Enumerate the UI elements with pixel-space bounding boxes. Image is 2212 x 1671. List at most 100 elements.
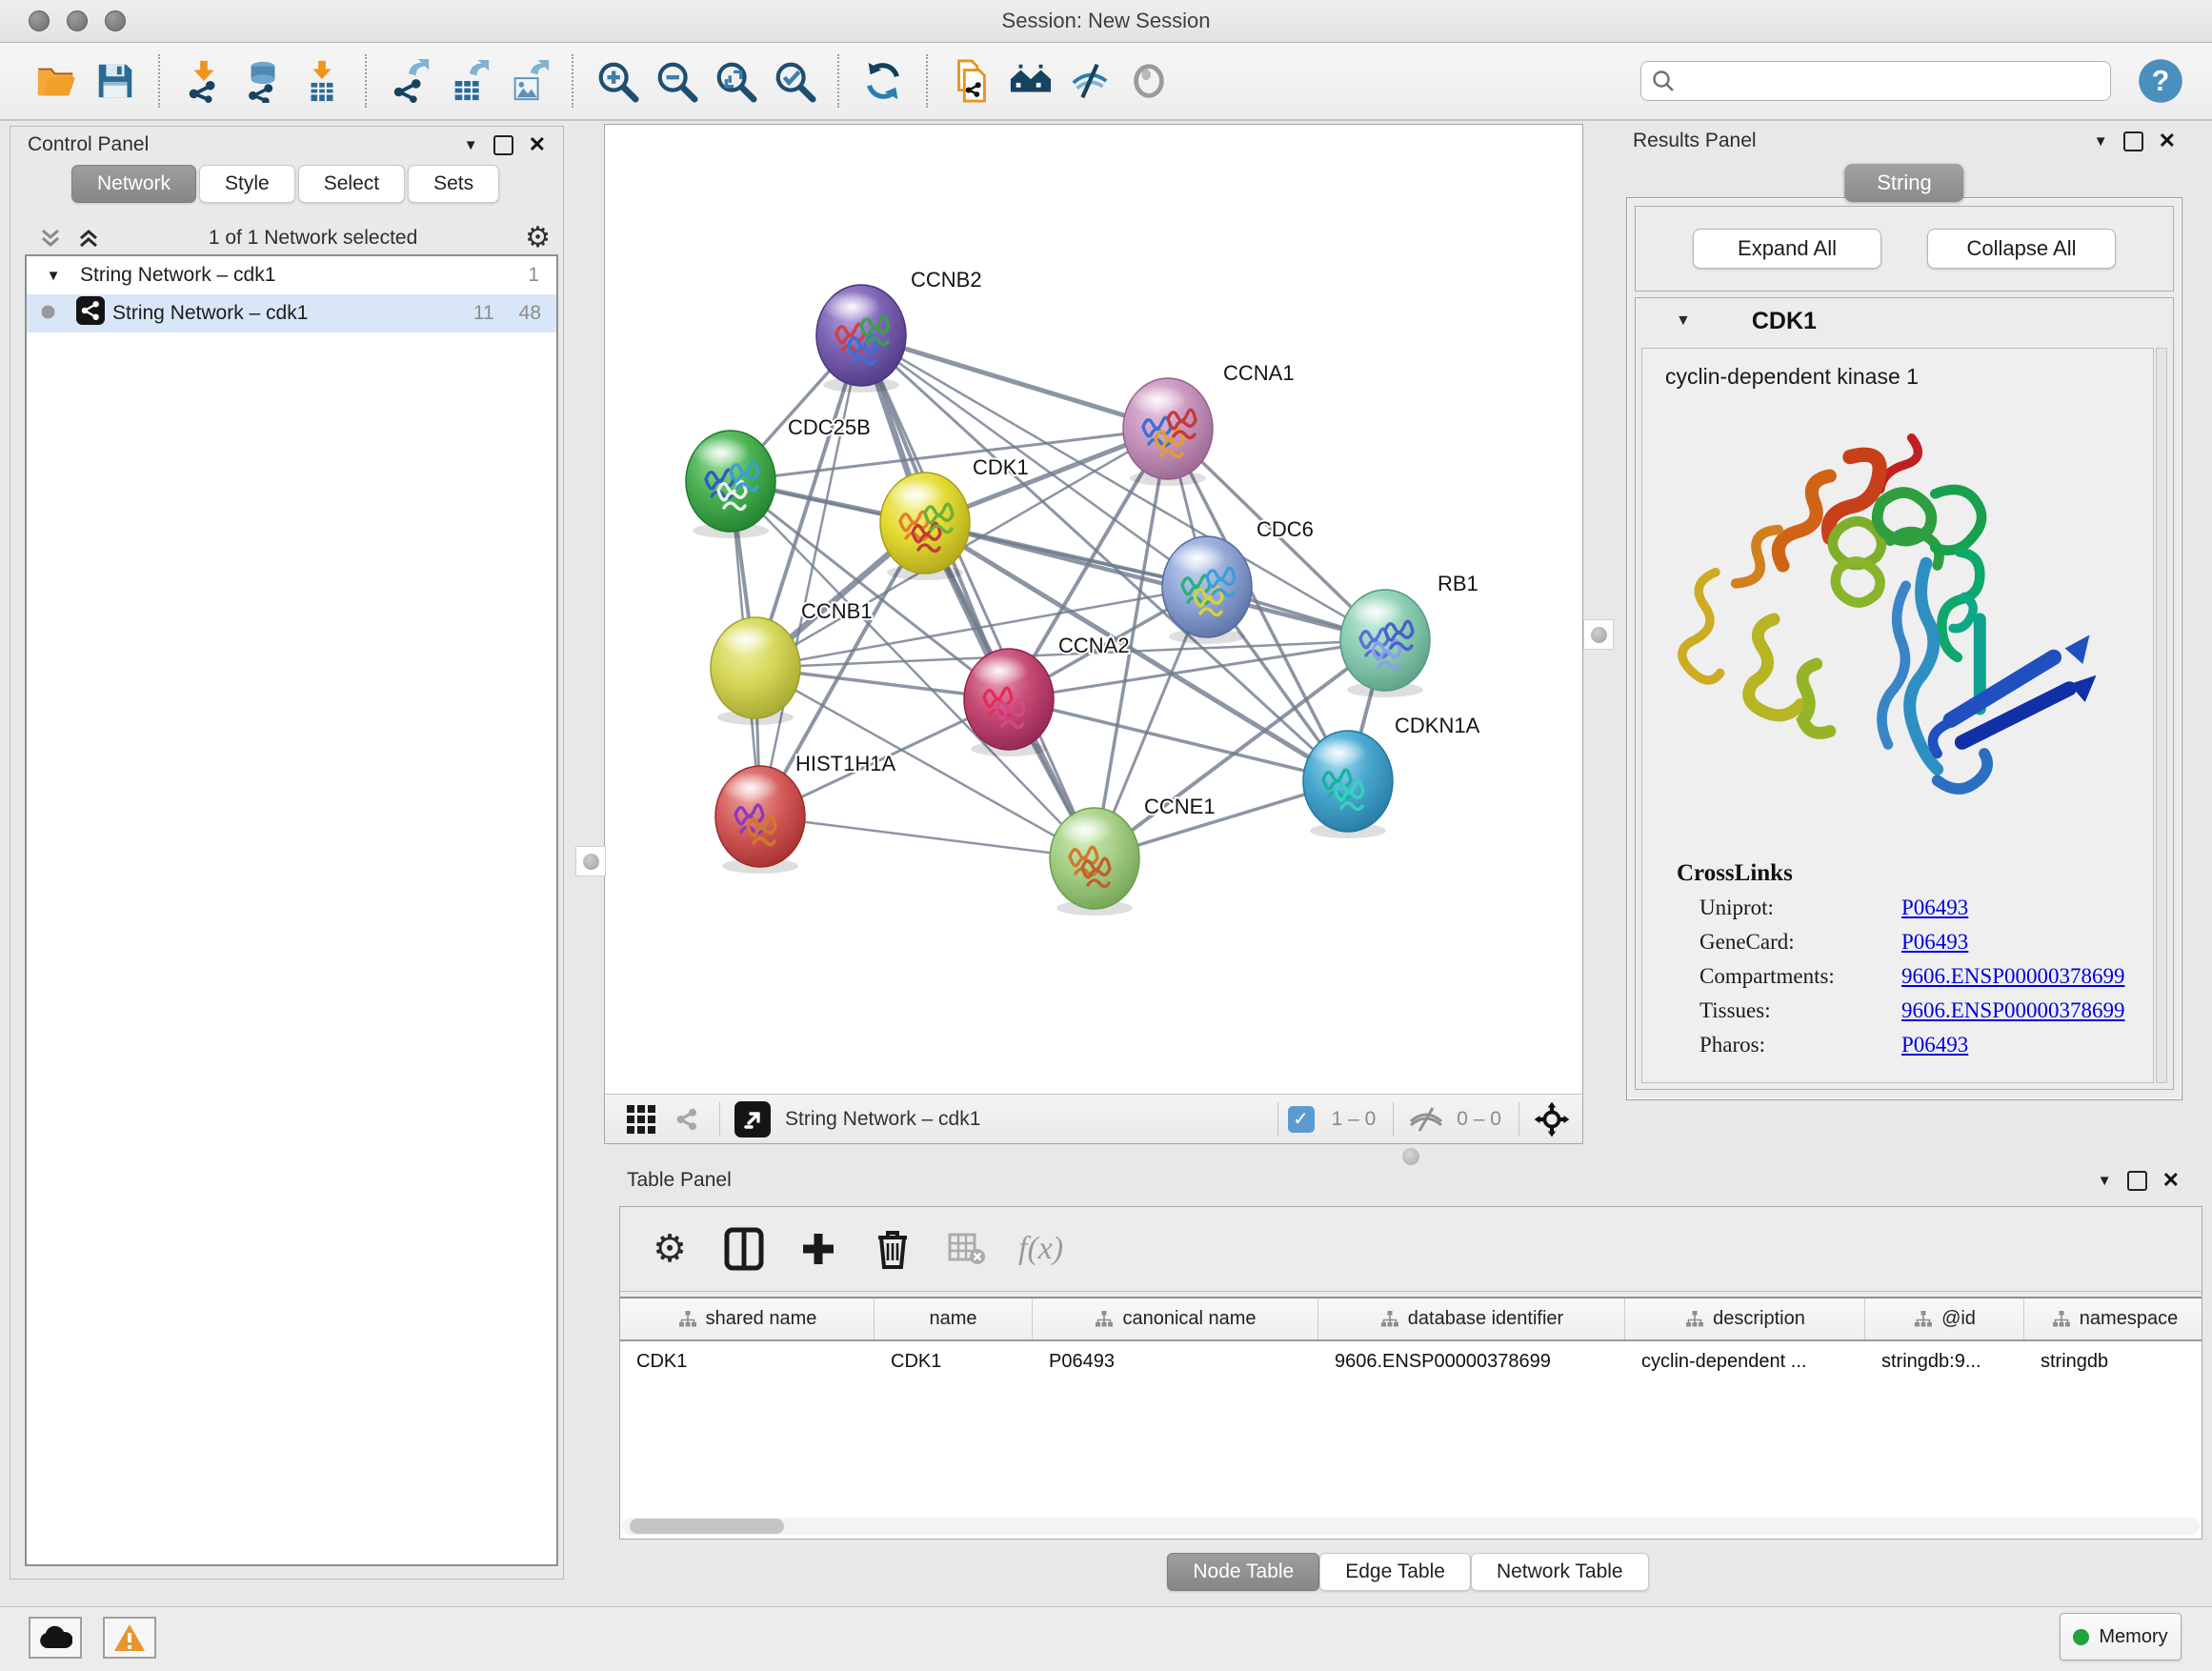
export-table-button[interactable] <box>440 54 499 108</box>
column-header-database-identifier[interactable]: database identifier <box>1318 1299 1625 1339</box>
column-header--id[interactable]: @id <box>1865 1299 2024 1339</box>
import-network-button[interactable] <box>174 54 233 108</box>
tab-style[interactable]: Style <box>199 165 295 203</box>
column-header-shared-name[interactable]: shared name <box>620 1299 875 1339</box>
network-node-CCNB2[interactable]: CCNB2 <box>816 268 982 393</box>
preview-button[interactable] <box>1119 54 1178 108</box>
delete-column-trash-icon[interactable] <box>870 1226 915 1272</box>
fit-content-crosshair-icon[interactable] <box>1529 1100 1575 1138</box>
table-row[interactable]: CDK1CDK1P064939606.ENSP00000378699cyclin… <box>620 1341 2202 1382</box>
export-image-button[interactable] <box>499 54 558 108</box>
collapse-panel-icon[interactable]: ▼ <box>464 137 478 153</box>
edge-CCNB2-CCNE1[interactable] <box>861 335 1095 858</box>
network-row[interactable]: String Network – cdk1 11 48 <box>27 294 556 332</box>
hidden-eye-icon <box>1403 1100 1449 1138</box>
column-header-name[interactable]: name <box>875 1299 1033 1339</box>
tab-sets[interactable]: Sets <box>408 165 499 203</box>
open-file-button[interactable] <box>27 54 86 108</box>
network-from-file-button[interactable] <box>942 54 1001 108</box>
table-cell: stringdb:9... <box>1865 1341 2024 1382</box>
network-node-CDC6[interactable]: CDC6 <box>1162 517 1314 644</box>
float-panel-icon[interactable] <box>493 135 513 155</box>
cloud-service-button[interactable] <box>29 1617 82 1659</box>
column-header-namespace[interactable]: namespace <box>2024 1299 2202 1339</box>
table-cell: cyclin-dependent ... <box>1625 1341 1865 1382</box>
collapse-panel-icon[interactable]: ▼ <box>2094 133 2108 150</box>
crosslink-link[interactable]: P06493 <box>1901 1033 1968 1057</box>
node-label-CCNE1: CCNE1 <box>1144 795 1216 818</box>
table-hscrollbar[interactable] <box>622 1518 2200 1535</box>
search-input[interactable] <box>1676 70 2101 93</box>
help-button[interactable]: ? <box>2136 56 2185 106</box>
column-header-description[interactable]: description <box>1625 1299 1865 1339</box>
network-options-gear-icon[interactable]: ⚙ <box>525 224 551 252</box>
first-neighbors-button[interactable] <box>1001 54 1060 108</box>
network-collection-row[interactable]: ▼ String Network – cdk1 1 <box>27 256 556 294</box>
zoom-fit-button[interactable] <box>706 54 765 108</box>
zoom-out-button[interactable] <box>647 54 706 108</box>
crosslink-link[interactable]: P06493 <box>1901 930 1968 955</box>
search-box[interactable] <box>1640 61 2111 101</box>
zoom-selected-button[interactable] <box>765 54 824 108</box>
network-node-RB1[interactable]: RB1 <box>1340 572 1478 697</box>
edge-CCNB2-HIST1H1A[interactable] <box>760 335 861 816</box>
refresh-layout-button[interactable] <box>854 54 913 108</box>
table-options-gear-icon[interactable]: ⚙ <box>647 1226 693 1272</box>
main-toolbar: ? <box>0 43 2212 121</box>
tab-edge-table[interactable]: Edge Table <box>1319 1553 1471 1591</box>
tab-node-table[interactable]: Node Table <box>1167 1553 1319 1591</box>
tab-select[interactable]: Select <box>298 165 405 203</box>
collapse-all-button[interactable]: Collapse All <box>1927 229 2116 269</box>
close-panel-icon[interactable]: ✕ <box>2162 1168 2180 1193</box>
crosslink-link[interactable]: 9606.ENSP00000378699 <box>1901 964 2125 989</box>
tab-network-table[interactable]: Network Table <box>1471 1553 1649 1591</box>
crosslink-link[interactable]: P06493 <box>1901 896 1968 920</box>
save-session-button[interactable] <box>86 54 145 108</box>
selected-checkbox-icon[interactable]: ✓ <box>1288 1106 1315 1133</box>
string-network-badge-icon <box>69 296 112 331</box>
left-splitter-handle[interactable] <box>575 846 606 876</box>
create-column-plus-icon[interactable] <box>795 1226 841 1272</box>
collapse-panel-icon[interactable]: ▼ <box>2098 1173 2112 1189</box>
network-canvas[interactable]: CCNB2CCNA1CDC25BCDK1CDC6RB1CCNB1CCNA2CDK… <box>605 125 1582 1095</box>
show-hide-button[interactable] <box>1060 54 1119 108</box>
import-database-icon <box>241 59 285 103</box>
network-badge-gray-icon[interactable] <box>664 1100 710 1138</box>
network-node-CDKN1A[interactable]: CDKN1A <box>1303 714 1480 838</box>
network-node-HIST1H1A[interactable]: HIST1H1A <box>715 752 895 874</box>
edge-CDK1-RB1[interactable] <box>925 523 1385 640</box>
grid-view-icon[interactable] <box>618 1100 664 1138</box>
close-panel-icon[interactable]: ✕ <box>529 132 546 157</box>
table-hscrollbar-thumb[interactable] <box>630 1519 784 1534</box>
import-table-button[interactable] <box>292 54 352 108</box>
network-node-CCNE1[interactable]: CCNE1 <box>1050 795 1216 916</box>
show-columns-icon[interactable] <box>721 1226 767 1272</box>
column-header-canonical-name[interactable]: canonical name <box>1033 1299 1318 1339</box>
export-network-button[interactable] <box>381 54 440 108</box>
birdseye-view-icon[interactable] <box>730 1100 775 1138</box>
close-panel-icon[interactable]: ✕ <box>2159 129 2176 153</box>
expand-all-icon[interactable] <box>76 226 101 251</box>
float-panel-icon[interactable] <box>2123 131 2143 151</box>
edge-HIST1H1A-CCNE1[interactable] <box>760 816 1095 858</box>
expand-all-button[interactable]: Expand All <box>1693 229 1881 269</box>
collapse-all-icon[interactable] <box>38 226 63 251</box>
entry-collapse-icon[interactable]: ▼ <box>1676 312 1691 330</box>
tree-expand-icon[interactable]: ▼ <box>27 268 80 284</box>
crosslink-link[interactable]: 9606.ENSP00000378699 <box>1901 998 2125 1023</box>
string-entry-cdk1: ▼ CDK1 cyclin-dependent kinase 1 <box>1635 297 2174 1090</box>
edge-CCNB2-CCNA1[interactable] <box>861 335 1168 429</box>
float-panel-icon[interactable] <box>2127 1171 2147 1191</box>
crosslink-label: Tissues: <box>1699 998 1901 1023</box>
entry-scrollbar[interactable] <box>2156 348 2167 1083</box>
tab-network[interactable]: Network <box>71 165 196 203</box>
zoom-in-button[interactable] <box>588 54 647 108</box>
tab-string[interactable]: String <box>1844 164 1963 202</box>
warnings-button[interactable] <box>103 1617 156 1659</box>
node-table: shared namenamecanonical namedatabase id… <box>620 1297 2202 1539</box>
network-node-CDK1[interactable]: CDK1 <box>880 455 1029 580</box>
memory-button[interactable]: Memory <box>2060 1613 2182 1661</box>
function-builder-icon: f(x) <box>1018 1231 1063 1267</box>
import-database-button[interactable] <box>233 54 292 108</box>
crosslink-row: Pharos:P06493 <box>1642 1028 2153 1062</box>
